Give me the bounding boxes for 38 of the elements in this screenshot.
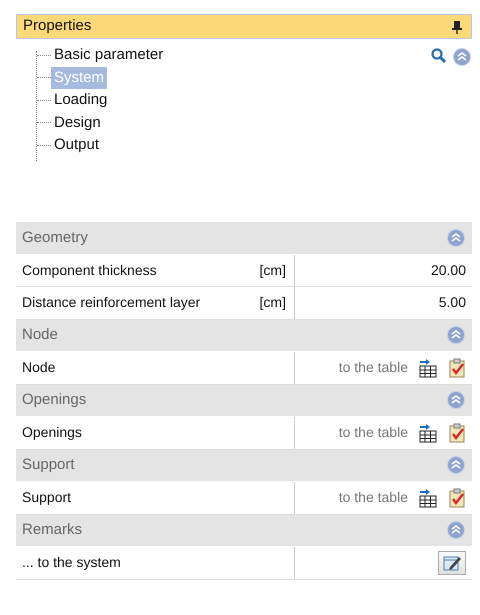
property-label: Support — [22, 488, 72, 508]
tree-item[interactable]: Design — [51, 112, 104, 134]
clipboard-check-icon[interactable] — [448, 358, 466, 378]
property-label: ... to the system — [22, 553, 121, 572]
search-icon[interactable] — [430, 47, 446, 63]
tree-item[interactable]: Loading — [51, 89, 110, 112]
clipboard-check-icon[interactable] — [448, 422, 466, 443]
section-title: Openings — [22, 390, 86, 410]
tree-item[interactable]: Basic parameter — [51, 44, 166, 66]
table-icon[interactable] — [418, 358, 438, 378]
table-link[interactable]: to the table — [338, 422, 408, 444]
section-title: Support — [22, 455, 75, 475]
property-label: Node — [22, 358, 56, 378]
table-icon[interactable] — [418, 422, 438, 443]
section-title: Geometry — [22, 228, 88, 248]
pin-icon[interactable] — [451, 20, 463, 34]
value-field[interactable]: 20.00 — [430, 260, 466, 281]
panel-title: Properties — [23, 16, 92, 36]
tree-item[interactable]: Output — [51, 134, 102, 156]
clipboard-check-icon[interactable] — [448, 488, 466, 508]
section-title: Node — [22, 325, 58, 345]
unit-label: [cm] — [260, 293, 286, 312]
section-header[interactable]: Support — [16, 450, 472, 482]
unit-label: [cm] — [260, 260, 286, 280]
property-label: Component thickness — [22, 260, 157, 280]
edit-icon — [442, 554, 462, 572]
section-header[interactable]: Openings — [16, 384, 472, 417]
section-title: Remarks — [22, 520, 82, 540]
value-field[interactable]: 5.00 — [438, 292, 466, 314]
section-header[interactable]: Node — [16, 320, 472, 352]
table-link[interactable]: to the table — [338, 357, 408, 378]
edit-button[interactable] — [438, 550, 466, 575]
table-link[interactable]: to the table — [338, 487, 408, 508]
section-header[interactable]: Geometry — [16, 222, 472, 254]
property-label: Openings — [22, 423, 82, 442]
table-icon[interactable] — [418, 488, 438, 508]
property-label: Distance reinforcement layer — [22, 293, 200, 312]
section-header[interactable]: Remarks — [16, 514, 472, 547]
